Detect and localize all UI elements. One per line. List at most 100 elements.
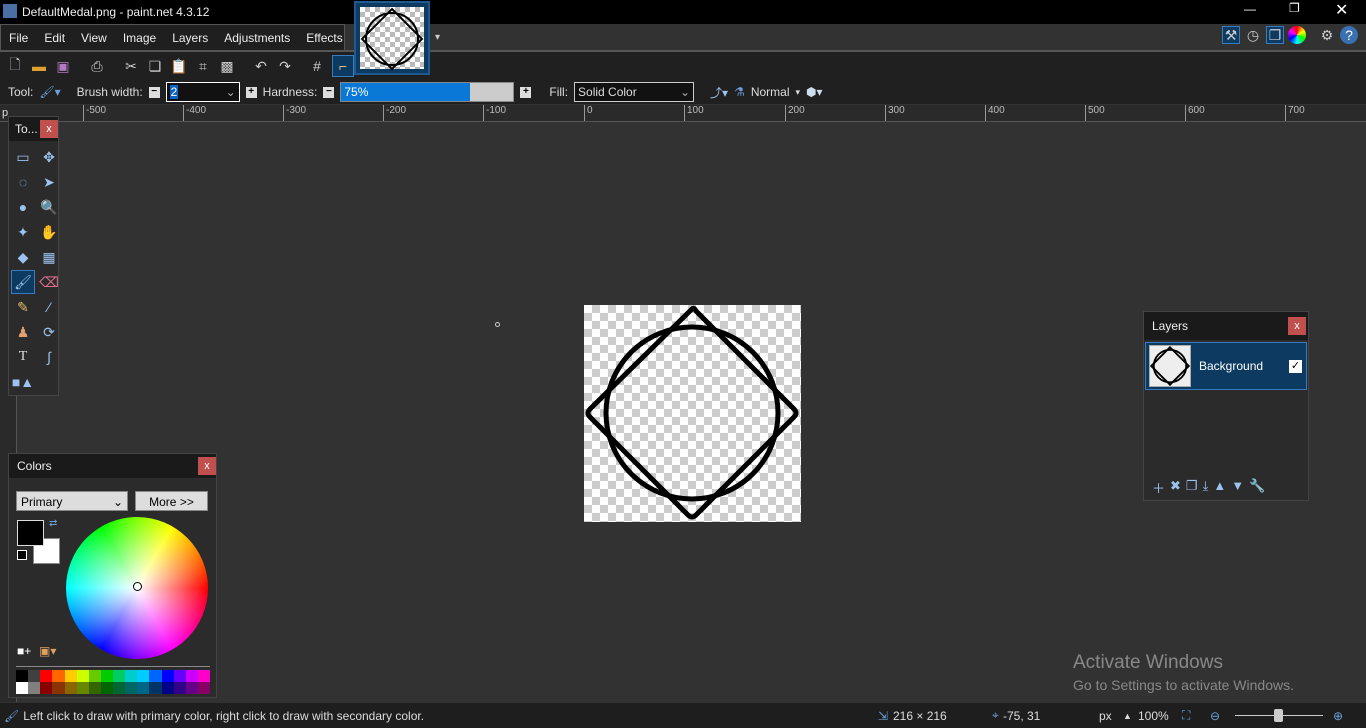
colors-toggle-icon[interactable] (1288, 26, 1306, 44)
palette-swatch[interactable] (197, 670, 210, 682)
lasso-select-icon[interactable]: ◌ (11, 170, 35, 194)
cut-icon[interactable]: ✂ (122, 57, 140, 75)
paintbrush-icon[interactable]: 🖌 (11, 270, 35, 294)
palette-swatch[interactable] (64, 670, 77, 682)
recolor-icon[interactable]: ⟳ (37, 320, 61, 344)
fill-dropdown[interactable]: Solid Color ⌄ (574, 82, 695, 102)
palette-swatch[interactable] (100, 670, 113, 682)
new-icon[interactable]: 🗋 (6, 56, 24, 75)
primary-color-swatch[interactable] (17, 520, 44, 546)
gradient-icon[interactable]: ▦ (37, 245, 61, 269)
menu-adjustments[interactable]: Adjustments (216, 31, 298, 45)
open-icon[interactable]: ▬ (30, 57, 48, 75)
palette-swatch[interactable] (113, 670, 126, 682)
shapes-icon[interactable]: ■▲ (11, 370, 35, 394)
merge-layer-down-icon[interactable]: ⤓ (1203, 478, 1209, 500)
tools-toggle-icon[interactable]: ⚒ (1222, 26, 1240, 44)
palette-swatch[interactable] (40, 670, 53, 682)
menu-view[interactable]: View (73, 31, 115, 45)
zoom-slider[interactable] (1235, 709, 1323, 722)
more-colors-button[interactable]: More >> (135, 491, 208, 511)
blend-mode-dropdown[interactable]: Normal (751, 85, 790, 99)
palette-swatch[interactable] (125, 670, 138, 682)
palette-swatch[interactable] (28, 682, 41, 694)
minimize-button[interactable]: — (1244, 2, 1256, 16)
zoom-in-icon[interactable]: ⊕ (1333, 709, 1343, 723)
ruler-icon[interactable]: ⌐ (332, 55, 354, 77)
hardness-decrease[interactable]: − (323, 86, 335, 98)
help-icon[interactable]: ? (1340, 26, 1358, 44)
reset-colors-icon[interactable] (17, 550, 27, 560)
palette-swatch[interactable] (52, 682, 65, 694)
antialiasing-icon[interactable]: ⤴▾ (710, 84, 728, 101)
palette-swatch[interactable] (113, 682, 126, 694)
color-mode-dropdown[interactable]: Primary ⌄ (16, 491, 128, 511)
paintbrush-tool-icon[interactable]: 🖌▾ (39, 85, 60, 99)
delete-layer-icon[interactable]: ✖ (1170, 478, 1181, 500)
palette-swatch[interactable] (88, 670, 101, 682)
pan-icon[interactable]: ✋ (37, 220, 61, 244)
brush-width-increase[interactable]: + (245, 86, 257, 98)
units-arrow-icon[interactable]: ▲ (1123, 711, 1132, 721)
close-button[interactable]: ✕ (1335, 0, 1348, 20)
palette-swatch[interactable] (16, 670, 29, 682)
save-icon[interactable]: ▣ (54, 57, 72, 75)
palette-swatch[interactable] (88, 682, 101, 694)
brush-width-decrease[interactable]: − (148, 86, 160, 98)
zoom-level[interactable]: 100% (1138, 709, 1169, 723)
palette-swatch[interactable] (197, 682, 210, 694)
zoom-icon[interactable]: 🔍 (37, 195, 61, 219)
palette-swatch[interactable] (185, 682, 198, 694)
layer-visibility-checkbox[interactable]: ✓ (1289, 359, 1302, 373)
swap-colors-icon[interactable]: ⇄ (49, 518, 57, 529)
layers-toggle-icon[interactable]: ❐ (1266, 26, 1284, 44)
layers-close-button[interactable]: x (1288, 317, 1306, 335)
pencil-icon[interactable]: ✎ (11, 295, 35, 319)
palette-swatch[interactable] (76, 682, 89, 694)
layer-properties-icon[interactable]: 🔧 (1249, 478, 1265, 500)
move-layer-down-icon[interactable]: ▼ (1231, 478, 1244, 500)
palette-swatch[interactable] (185, 670, 198, 682)
color-wheel[interactable] (66, 517, 208, 659)
zoom-out-icon[interactable]: ⊖ (1210, 709, 1220, 723)
copy-icon[interactable]: ❏ (146, 57, 164, 75)
hardness-increase[interactable]: + (520, 86, 532, 98)
add-layer-icon[interactable]: ＋ (1152, 478, 1165, 500)
history-toggle-icon[interactable]: ◷ (1244, 26, 1262, 44)
restore-button[interactable]: ❐ (1289, 1, 1300, 15)
add-to-palette-icon[interactable]: ■+ (17, 644, 31, 658)
text-icon[interactable]: T (11, 345, 35, 369)
image-thumbnail-tab[interactable] (354, 1, 430, 75)
menu-image[interactable]: Image (115, 31, 164, 45)
redo-icon[interactable]: ↷ (276, 57, 294, 75)
line-curve-icon[interactable]: ∫ (37, 345, 61, 369)
palette-swatch[interactable] (149, 670, 162, 682)
palette-menu-icon[interactable]: ▣▾ (39, 644, 56, 658)
undo-icon[interactable]: ↶ (252, 57, 270, 75)
palette-swatch[interactable] (161, 670, 174, 682)
image-canvas[interactable] (584, 305, 801, 522)
clone-stamp-icon[interactable]: ♟ (11, 320, 35, 344)
palette-swatch[interactable] (16, 682, 29, 694)
rectangle-select-icon[interactable]: ▭ (11, 145, 35, 169)
move-selection-icon[interactable]: ➤ (37, 170, 61, 194)
settings-gear-icon[interactable]: ⚙ (1318, 26, 1336, 44)
move-layer-up-icon[interactable]: ▲ (1213, 478, 1226, 500)
color-picker-icon[interactable]: ⁄ (37, 295, 61, 319)
palette-swatch[interactable] (173, 670, 186, 682)
move-selected-icon[interactable]: ✥ (37, 145, 61, 169)
palette-swatch[interactable] (149, 682, 162, 694)
units-dropdown[interactable]: px (1099, 709, 1112, 723)
blend-mode-icon[interactable]: ⚗ (734, 85, 745, 99)
menu-layers[interactable]: Layers (164, 31, 216, 45)
palette-swatch[interactable] (173, 682, 186, 694)
palette-swatch[interactable] (76, 670, 89, 682)
palette-swatch[interactable] (137, 682, 150, 694)
palette-swatch[interactable] (100, 682, 113, 694)
grid-icon[interactable]: # (308, 57, 326, 75)
image-list-menu-icon[interactable]: ▾ (435, 32, 440, 43)
eraser-icon[interactable]: ⌫ (37, 270, 61, 294)
zoom-to-window-icon[interactable]: ⛶ (1182, 708, 1190, 723)
palette-swatch[interactable] (125, 682, 138, 694)
paste-icon[interactable]: 📋 (170, 57, 188, 75)
